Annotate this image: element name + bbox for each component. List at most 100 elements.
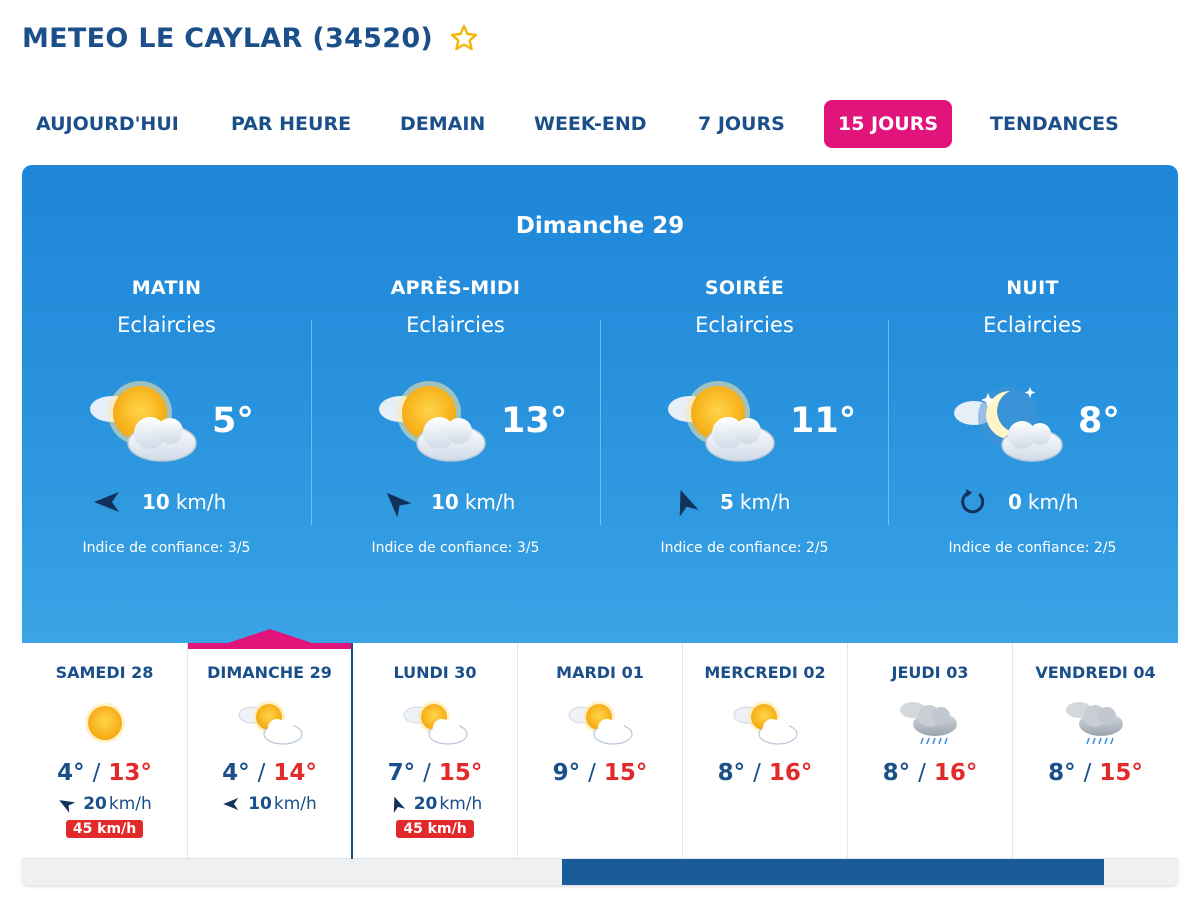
wind-unit: km/h: [108, 794, 152, 814]
wind-unit: km/h: [175, 490, 227, 514]
period-condition: Eclaircies: [406, 313, 505, 337]
temp-max: 16°: [768, 760, 813, 786]
day-card[interactable]: LUNDI 30 7° / 15° 20 km/h 45 km/h: [353, 643, 518, 859]
day-temperatures: 4° / 14°: [188, 760, 351, 786]
day-name: MERCREDI 02: [704, 663, 826, 682]
wind-direction-icon: [222, 795, 240, 813]
period-name: SOIRÉE: [704, 277, 785, 299]
period-wind: 10 km/h: [92, 487, 292, 517]
temp-min: 8°: [1048, 760, 1076, 786]
day-name: LUNDI 30: [393, 663, 477, 682]
wind-speed: 10: [142, 490, 170, 514]
day-card[interactable]: SAMEDI 28 4° / 13° 20 km/h 45 km/h: [22, 643, 188, 859]
wind-speed: 10: [431, 490, 459, 514]
tab-15-jours[interactable]: 15 JOURS: [824, 100, 953, 148]
temp-min: 9°: [552, 760, 581, 786]
period-temperature: 13°: [501, 401, 568, 441]
tab-7-jours[interactable]: 7 JOURS: [698, 100, 785, 148]
page-title: METEO LE CAYLAR (34520): [22, 22, 434, 54]
day-wind: 20 km/h: [22, 794, 187, 814]
temp-min: 4°: [222, 760, 250, 786]
wind-unit: km/h: [273, 794, 317, 814]
day-wind: 20 km/h: [353, 794, 517, 814]
day-card[interactable]: JEUDI 03 8° / 16°: [848, 643, 1013, 859]
temp-separator: /: [257, 760, 266, 786]
wind-direction-icon: [92, 487, 122, 517]
sun-cloud-icon: [660, 377, 780, 467]
tab-par-heure[interactable]: PAR HEURE: [231, 100, 351, 148]
temp-separator: /: [423, 760, 431, 786]
sun-cloud-icon: [235, 698, 305, 748]
day-card[interactable]: MERCREDI 02 8° / 16°: [683, 643, 848, 859]
sun-cloud-icon: [371, 377, 491, 467]
period-nuit: NUIT Eclaircies 8° 0 km/h Indice de conf…: [888, 277, 1177, 577]
wind-speed: 20: [413, 794, 438, 814]
period-apres-midi: APRÈS-MIDI Eclaircies 13° 10 km/h Indice…: [311, 277, 600, 577]
day-temperatures: 8° / 16°: [848, 760, 1012, 786]
day-name: JEUDI 03: [891, 663, 969, 682]
day-temperatures: 9° / 15°: [518, 760, 682, 786]
temp-min: 4°: [57, 760, 85, 786]
rain-cloud-icon: [895, 698, 965, 748]
day-card[interactable]: VENDREDI 04 8° / 15°: [1013, 643, 1178, 859]
sun-cloud-icon: [400, 698, 470, 748]
period-condition: Eclaircies: [117, 313, 216, 337]
temp-separator: /: [92, 760, 101, 786]
wind-speed: 20: [83, 794, 107, 814]
period-temperature: 5°: [212, 401, 254, 441]
wind-direction-icon: [54, 792, 79, 817]
day-card-active[interactable]: DIMANCHE 29 4° / 14° 10 km/h: [188, 629, 353, 859]
temp-separator: /: [1083, 760, 1092, 786]
temp-max: 15°: [1099, 760, 1143, 786]
temp-min: 7°: [387, 760, 416, 786]
period-soiree: SOIRÉE Eclaircies 11° 5 km/h Indice de c…: [600, 277, 889, 577]
confidence-index: Indice de confiance: 2/5: [660, 540, 829, 556]
detail-day-title: Dimanche 29: [515, 213, 685, 239]
temp-separator: /: [588, 760, 596, 786]
moon-cloud-icon: [948, 377, 1068, 467]
day-name: MARDI 01: [556, 663, 644, 682]
day-wind: 10 km/h: [188, 794, 351, 814]
period-name: APRÈS-MIDI: [390, 277, 521, 299]
day-name: VENDREDI 04: [1035, 663, 1156, 682]
day-card[interactable]: MARDI 01 9° / 15°: [518, 643, 683, 859]
temp-max: 16°: [933, 760, 978, 786]
tab-demain[interactable]: DEMAIN: [400, 100, 485, 148]
gust-badge: 45 km/h: [396, 820, 474, 838]
confidence-index: Indice de confiance: 3/5: [371, 540, 540, 556]
header: METEO LE CAYLAR (34520): [22, 18, 479, 58]
period-name: NUIT: [1006, 277, 1059, 299]
period-temperature: 11°: [790, 401, 857, 441]
temp-separator: /: [918, 760, 926, 786]
period-temperature: 8°: [1078, 401, 1120, 441]
day-temperatures: 7° / 15°: [353, 760, 517, 786]
sun-cloud-icon: [82, 377, 202, 467]
scrollbar-thumb[interactable]: [562, 859, 1104, 885]
sun-cloud-icon: [565, 698, 635, 748]
forecast-tabs: AUJOURD'HUI PAR HEURE DEMAIN WEEK-END 7 …: [22, 100, 1162, 148]
confidence-index: Indice de confiance: 2/5: [948, 540, 1117, 556]
day-name: DIMANCHE 29: [207, 663, 332, 682]
star-icon[interactable]: [449, 23, 479, 53]
tab-week-end[interactable]: WEEK-END: [534, 100, 647, 148]
wind-speed: 0: [1008, 490, 1022, 514]
temp-separator: /: [753, 760, 761, 786]
day-strip: SAMEDI 28 4° / 13° 20 km/h 45 km/h DIMAN…: [22, 629, 1178, 859]
horizontal-scrollbar[interactable]: [22, 859, 1178, 885]
day-name: SAMEDI 28: [55, 663, 154, 682]
period-wind: 10 km/h: [381, 487, 581, 517]
wind-unit: km/h: [1027, 490, 1079, 514]
temp-max: 15°: [438, 760, 483, 786]
wind-speed: 5: [720, 490, 734, 514]
wind-direction-icon: [385, 792, 408, 815]
wind-unit: km/h: [739, 490, 791, 514]
rain-cloud-icon: [1061, 698, 1131, 748]
period-matin: MATIN Eclaircies 5° 10 km/h Indice de co…: [22, 277, 311, 577]
gust-badge: 45 km/h: [65, 820, 144, 838]
temp-min: 8°: [717, 760, 746, 786]
tab-tendances[interactable]: TENDANCES: [990, 100, 1119, 148]
period-wind: 0 km/h: [958, 487, 1158, 517]
period-wind: 5 km/h: [670, 487, 870, 517]
tab-aujourdhui[interactable]: AUJOURD'HUI: [36, 100, 179, 148]
temp-min: 8°: [882, 760, 911, 786]
